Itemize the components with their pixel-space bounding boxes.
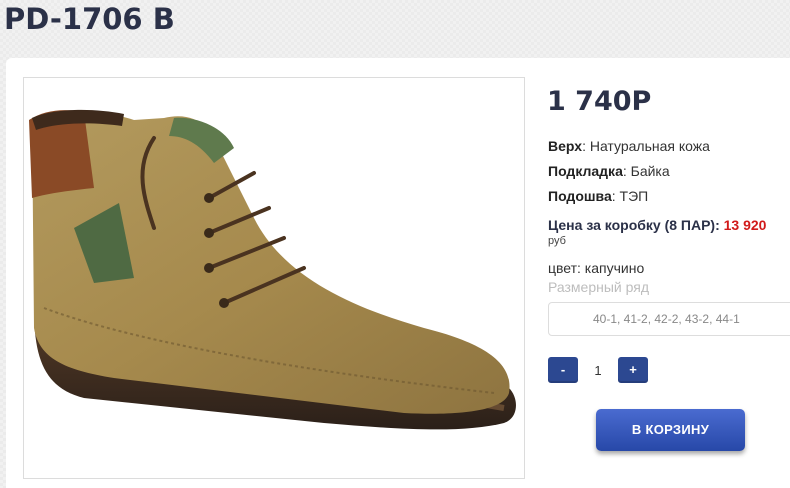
add-to-cart-button[interactable]: В КОРЗИНУ [596,409,745,451]
spec-sole: Подошва: ТЭП [548,188,648,204]
spec-lining-label: Подкладка [548,163,623,179]
box-price: Цена за коробку (8 ПАР): 13 920 [548,217,766,233]
size-range-select[interactable]: 40-1, 41-2, 42-2, 43-2, 44-1 [548,302,790,336]
quantity-decrease-button[interactable]: - [548,357,578,383]
spec-lining: Подкладка: Байка [548,163,670,179]
product-price: 1 740Р [547,86,652,117]
product-color: цвет: капучино [548,260,645,276]
size-range-label: Размерный ряд [548,279,650,295]
boot-icon [29,109,516,430]
quantity-increase-button[interactable]: + [618,357,648,383]
box-price-label: Цена за коробку (8 ПАР): [548,217,720,233]
product-photo[interactable] [23,77,525,479]
size-range-value: 40-1, 41-2, 42-2, 43-2, 44-1 [593,312,740,326]
spec-upper-value: : Натуральная кожа [582,138,710,154]
box-price-amount: 13 920 [723,217,767,233]
quantity-value[interactable]: 1 [588,363,608,378]
spec-upper-label: Верх [548,138,583,154]
box-price-currency: руб [548,235,566,247]
spec-sole-label: Подошва [548,188,612,204]
spec-sole-value: : ТЭП [611,188,649,204]
spec-lining-value: : Байка [622,163,670,179]
spec-upper: Верх: Натуральная кожа [548,138,710,154]
page-title: PD-1706 B [4,2,175,36]
